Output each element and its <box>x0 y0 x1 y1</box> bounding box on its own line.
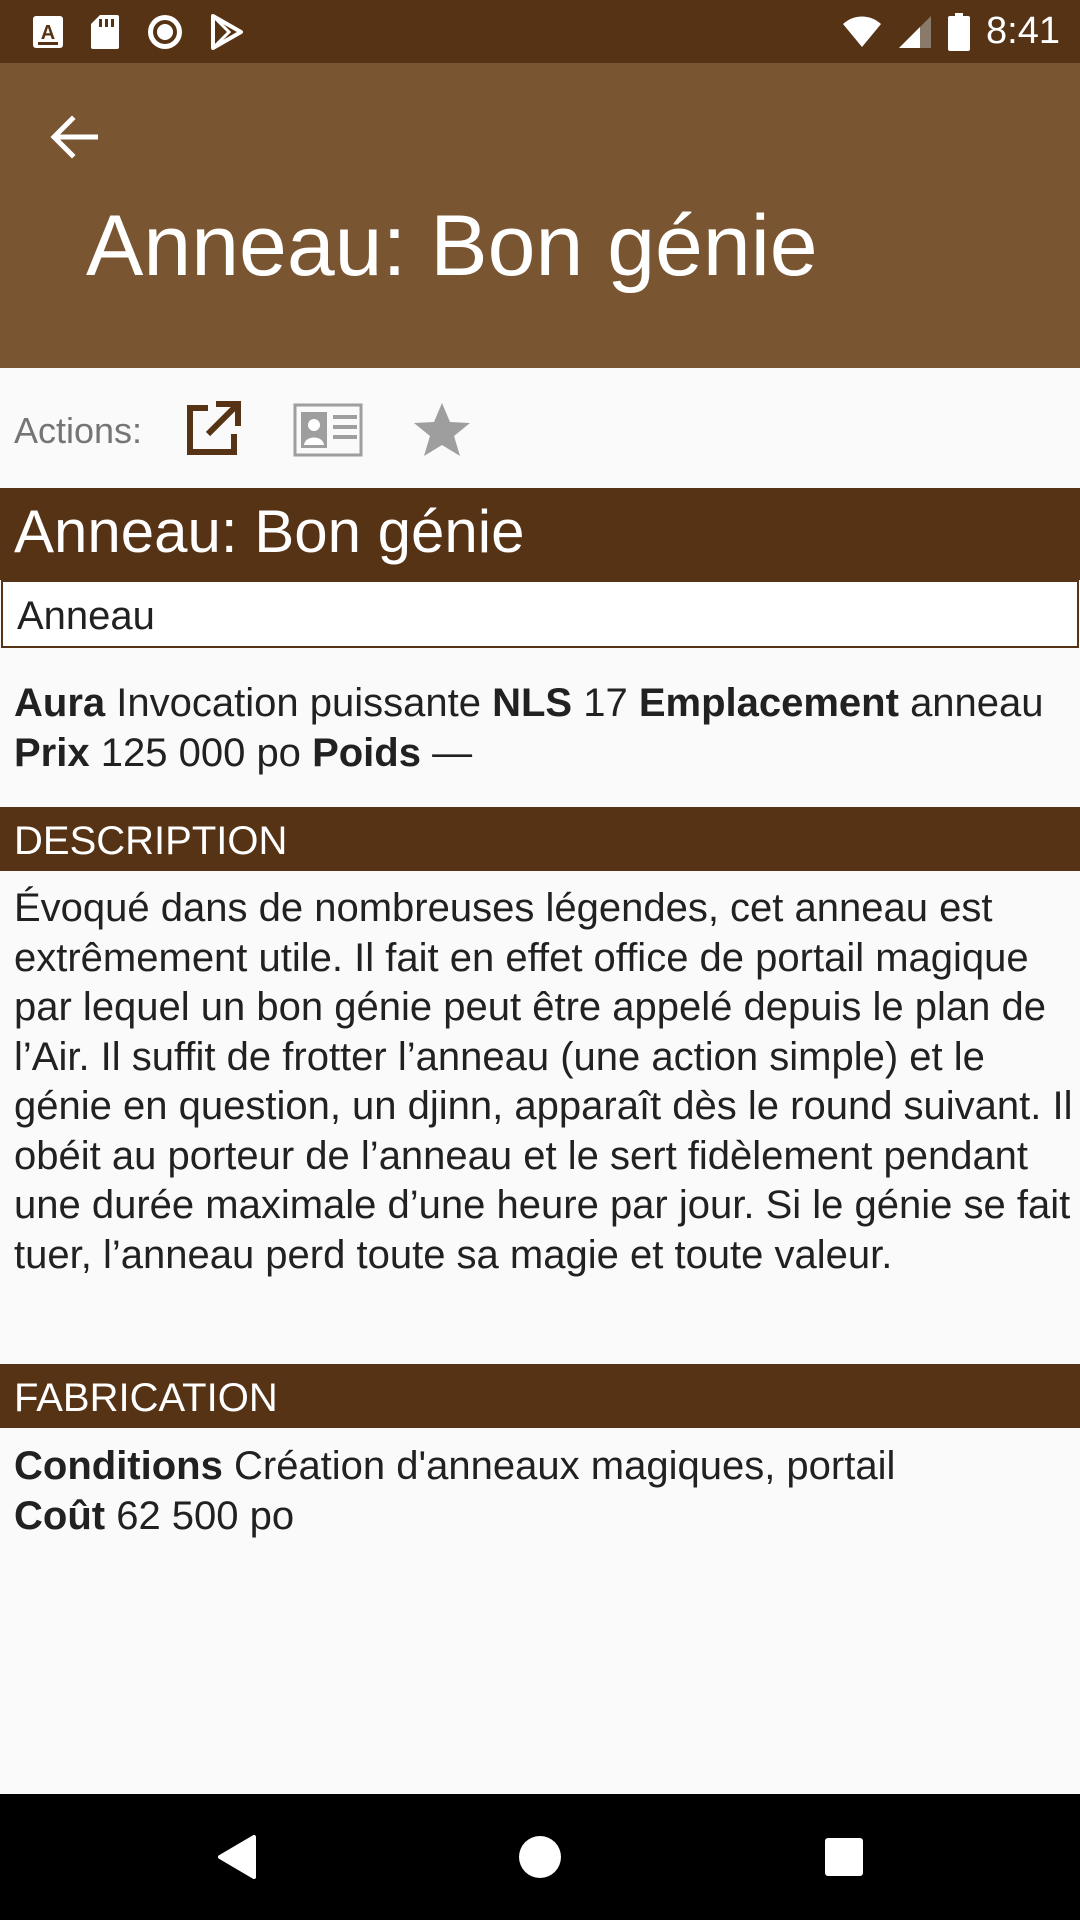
conditions-label: Conditions <box>14 1444 223 1488</box>
navigation-bar <box>0 1794 1080 1920</box>
weight-label: Poids <box>312 731 421 775</box>
record-icon <box>146 13 184 51</box>
actions-row: Actions: <box>0 368 1080 488</box>
nls-label: NLS <box>492 681 573 725</box>
description-header: DESCRIPTION <box>0 807 1080 871</box>
status-bar-right: 8:41 <box>842 0 1060 63</box>
item-title: Anneau: Bon génie <box>14 498 525 565</box>
sd-card-icon <box>90 14 120 50</box>
battery-icon <box>948 12 971 51</box>
recents-square-icon <box>825 1838 863 1876</box>
status-bar: A 8:41 <box>0 0 1080 63</box>
a-notification-icon: A <box>32 15 64 49</box>
fabrication-details: Conditions Création d'anneaux magiques, … <box>14 1441 1074 1541</box>
description-header-label: DESCRIPTION <box>14 819 288 863</box>
signal-icon <box>898 15 932 49</box>
back-triangle-icon <box>218 1835 256 1879</box>
play-store-icon <box>210 14 244 50</box>
nav-back-button[interactable] <box>206 1827 266 1887</box>
description-text: Évoqué dans de nombreuses légendes, cet … <box>14 886 1073 1277</box>
app-bar: Anneau: Bon génie <box>0 63 1080 368</box>
cost-value: 62 500 po <box>116 1494 295 1538</box>
fabrication-header-label: FABRICATION <box>14 1376 278 1420</box>
status-bar-left-icons: A <box>32 10 244 54</box>
weight-value: — <box>432 731 473 775</box>
fabrication-header: FABRICATION <box>0 1364 1080 1428</box>
favorite-button[interactable] <box>410 398 474 462</box>
wifi-icon <box>842 16 882 48</box>
cost-label: Coût <box>14 1494 106 1538</box>
price-label: Prix <box>14 731 90 775</box>
nav-home-button[interactable] <box>510 1827 570 1887</box>
status-time: 8:41 <box>986 10 1060 52</box>
aura-value: Invocation puissante <box>116 681 481 725</box>
open-external-icon <box>187 401 241 455</box>
item-type-box: Anneau <box>1 580 1079 648</box>
home-circle-icon <box>519 1836 561 1878</box>
aura-label: Aura <box>14 681 106 725</box>
item-type: Anneau <box>17 594 155 638</box>
slot-label: Emplacement <box>638 681 899 725</box>
open-external-button[interactable] <box>180 398 244 462</box>
nls-value: 17 <box>583 681 628 725</box>
arrow-left-icon <box>50 115 98 159</box>
page-title: Anneau: Bon génie <box>86 198 818 294</box>
nav-recents-button[interactable] <box>814 1827 874 1887</box>
item-stats: Aura Invocation puissante NLS 17 Emplace… <box>14 678 1074 778</box>
actions-label: Actions: <box>14 410 143 451</box>
back-button[interactable] <box>44 107 104 167</box>
item-title-bar: Anneau: Bon génie <box>0 488 1080 580</box>
conditions-value: Création d'anneaux magiques, portail <box>233 1444 896 1488</box>
slot-value: anneau <box>910 681 1044 725</box>
id-card-icon <box>293 403 363 457</box>
svg-text:A: A <box>41 22 55 44</box>
star-icon <box>414 403 470 456</box>
id-card-button[interactable] <box>292 398 364 462</box>
price-value: 125 000 po <box>100 731 301 775</box>
